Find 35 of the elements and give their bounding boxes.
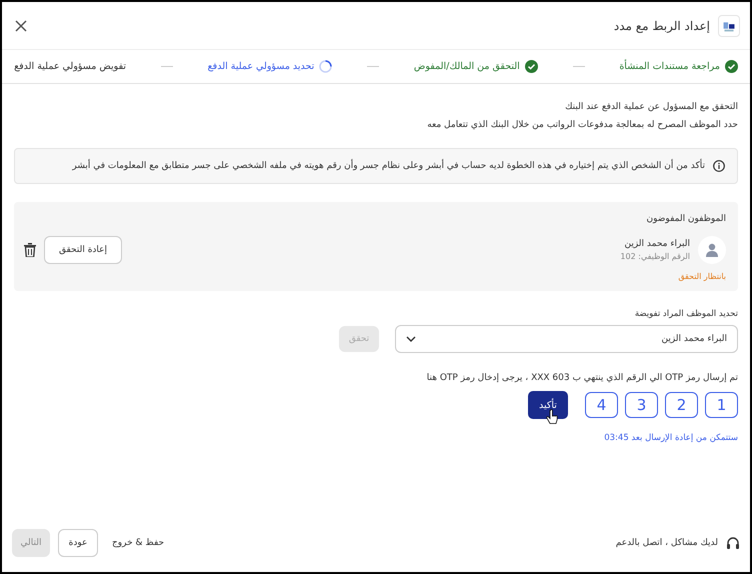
support-link[interactable]: لديك مشاكل ، اتصل بالدعم xyxy=(178,538,718,548)
employee-id: الرقم الوظيفي: 102 xyxy=(619,252,690,261)
section-description: حدد الموظف المصرح له بمعالجة مدفوعات الرواتب من خلال البنك الذي تتعامل معه xyxy=(426,120,738,130)
resend-timer: ستتمكن من إعادة الإرسال بعد 03:45 xyxy=(603,433,738,443)
otp-message: تم إرسال رمز OTP الي الرقم الذي ينتهي ب XXX 603 ، يرجى إدخال رمز OTP هنا xyxy=(426,373,738,383)
panel-title: الموظفون المفوضون xyxy=(646,214,726,224)
field-label: تحديد الموظف المراد تفويضة xyxy=(634,309,738,319)
window-title: إعداد الربط مع مدد xyxy=(612,18,710,32)
progress-ring-icon xyxy=(319,60,332,73)
otp-digit-field[interactable]: 2 xyxy=(665,392,698,418)
headset-icon xyxy=(726,536,740,550)
section-title: التحقق مع المسؤول عن عملية الدفع عند البنك xyxy=(564,102,738,112)
logo-icon xyxy=(718,14,740,36)
check-circle-icon xyxy=(524,60,538,73)
back-button[interactable]: عودة xyxy=(58,529,98,557)
recheck-button[interactable]: إعادة التحقق xyxy=(44,236,122,264)
otp-digit-field[interactable]: 1 xyxy=(705,392,738,418)
hand-cursor-icon xyxy=(546,409,558,425)
step-label[interactable]: تحديد مسؤولي عملية الدفع xyxy=(208,61,314,72)
chevron-down-icon xyxy=(406,335,416,343)
info-icon xyxy=(713,160,725,172)
close-icon[interactable] xyxy=(14,18,28,32)
save-exit-button[interactable]: حفظ & خروج xyxy=(106,537,170,549)
step-label[interactable]: مراجعة مستندات المنشأة xyxy=(619,61,720,72)
avatar-icon xyxy=(698,236,726,264)
step-label[interactable]: تفويض مسؤولي عملية الدفع xyxy=(14,61,126,72)
notice-text: تأكد من أن الشخص الذي يتم إختياره في هذه الخطوة لديه حساب في أبشر وعلى نظام جسر وأن رقم هويته في ملفه الشخصي على جسر متطابق مع المعلومات في أبشر xyxy=(72,161,705,171)
verification-status: بانتظار التحقق xyxy=(677,272,726,281)
otp-digit-field[interactable]: 4 xyxy=(585,392,618,418)
employee-dropdown[interactable]: البراء محمد الزين xyxy=(395,325,738,353)
employee-name: البراء محمد الزين xyxy=(623,239,690,249)
step-label[interactable]: التحقق من المالك/المفوض xyxy=(414,61,520,72)
trash-icon[interactable] xyxy=(24,243,36,257)
check-circle-icon xyxy=(725,60,738,73)
otp-digit-field[interactable]: 3 xyxy=(625,392,658,418)
